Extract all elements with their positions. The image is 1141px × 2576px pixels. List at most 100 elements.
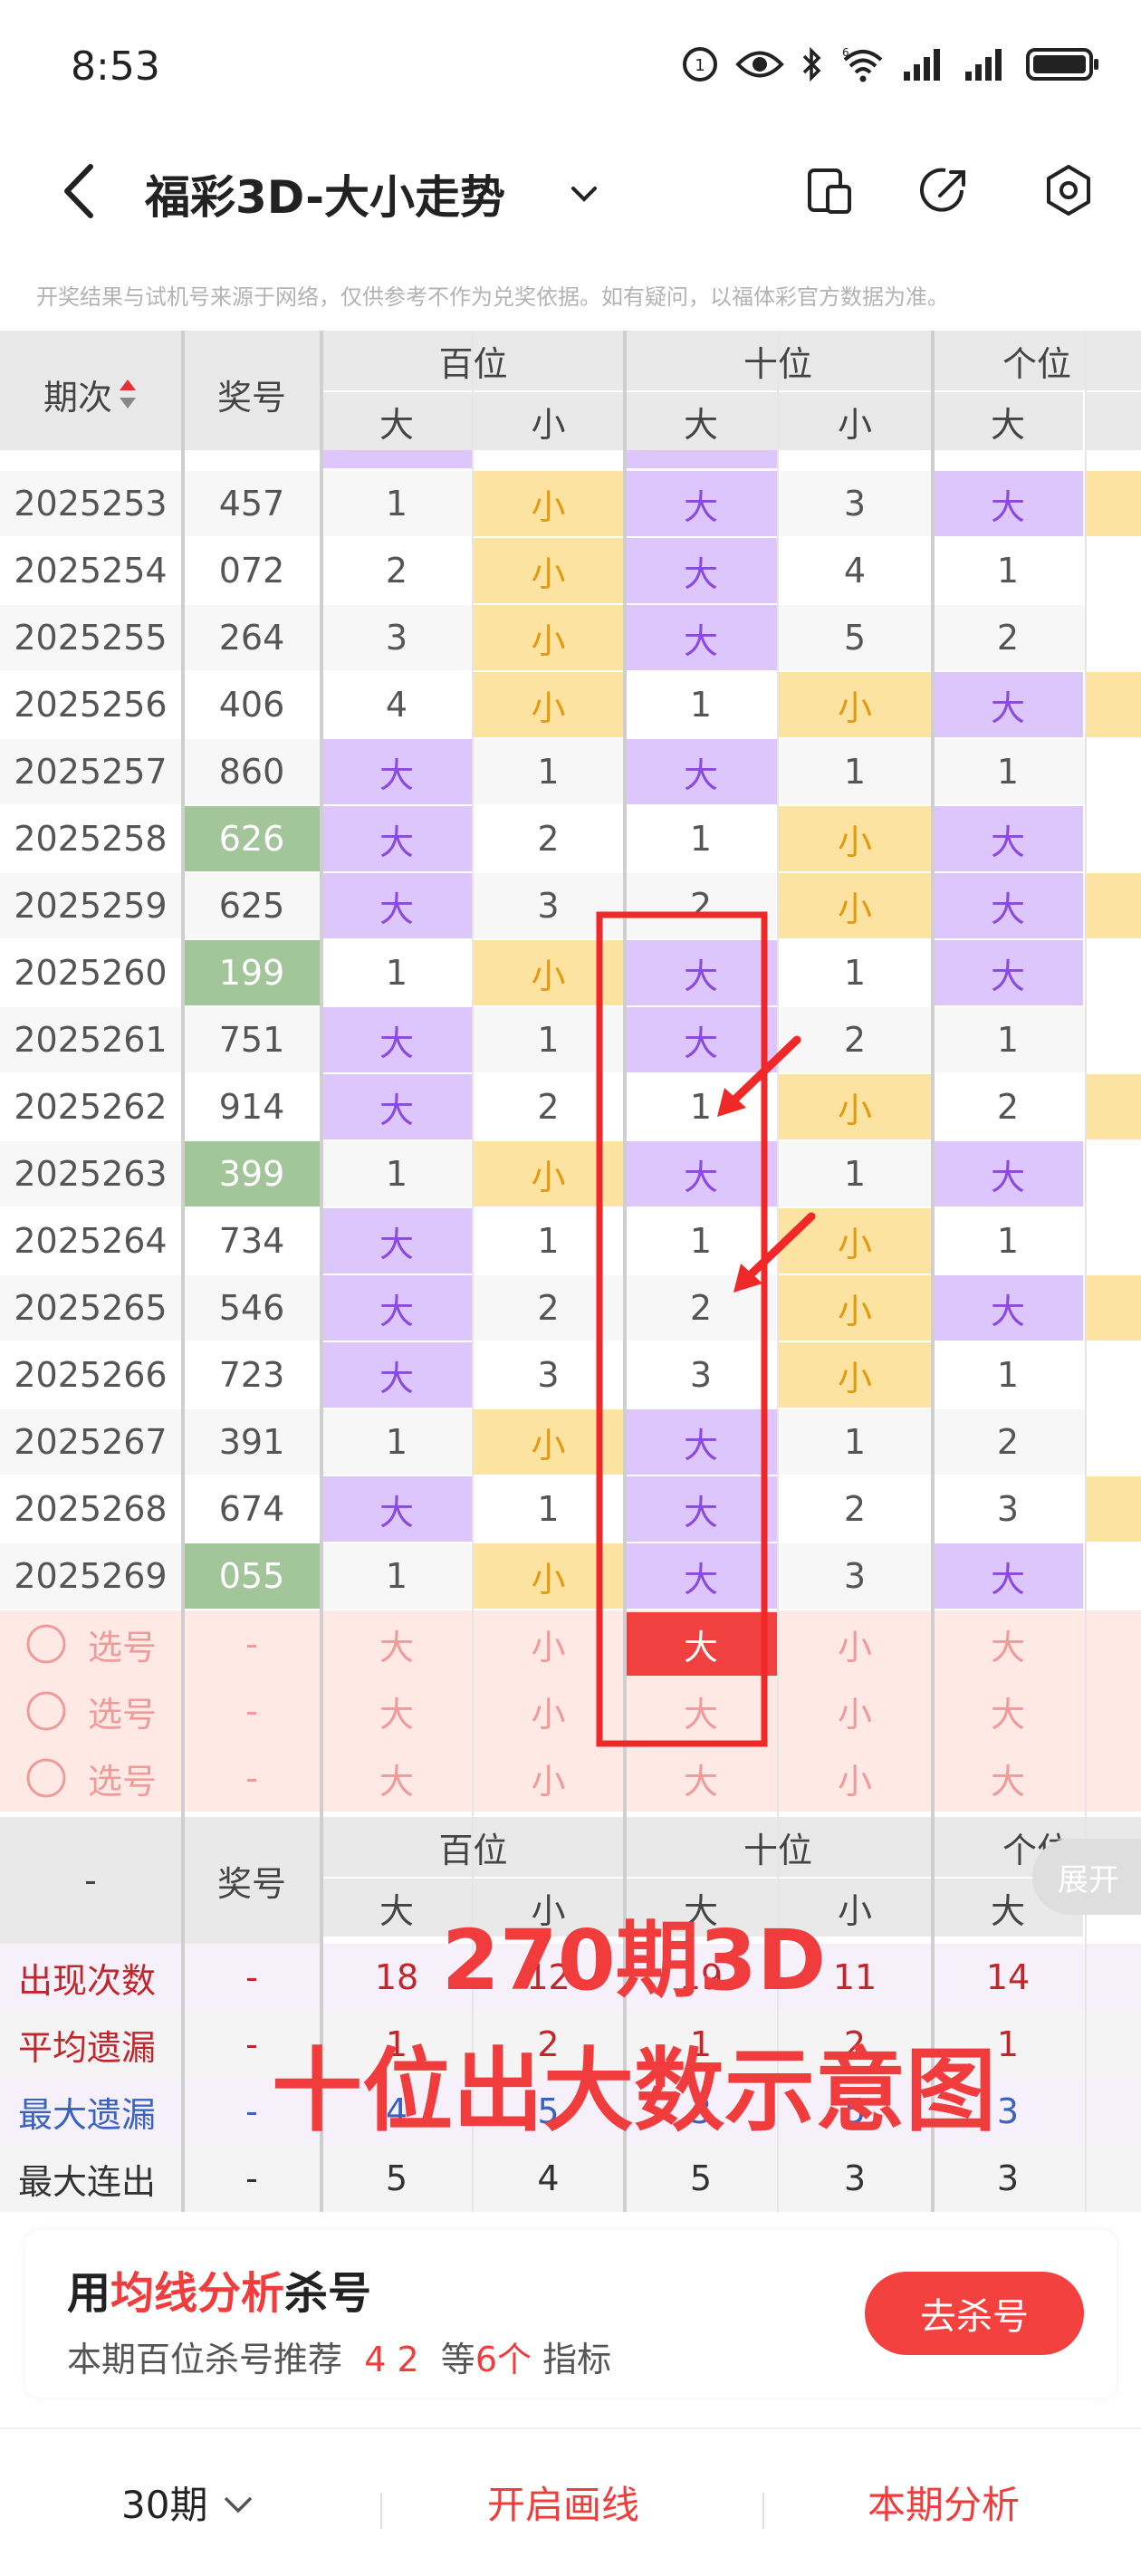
period-cell: 2025267: [14, 1422, 168, 1462]
number-cell: 734: [218, 1221, 285, 1261]
number-cell: 723: [218, 1355, 285, 1395]
pick-cell[interactable]: 小: [474, 1745, 623, 1812]
pick-cell[interactable]: 大: [625, 1677, 777, 1745]
draw-line-button[interactable]: 开启画线: [487, 2475, 639, 2530]
pick-cell[interactable]: 大: [933, 1610, 1083, 1677]
trend-cell: 小: [779, 1208, 931, 1274]
trend-cell: 大: [625, 471, 777, 536]
clipped-cell: [1087, 1409, 1141, 1475]
trend-cell: 2: [996, 1422, 1020, 1462]
trend-cell: 1: [843, 1154, 867, 1194]
number-cell: 264: [218, 618, 285, 658]
pick-cell[interactable]: 大: [933, 1745, 1083, 1812]
group-header: 个位: [933, 331, 1141, 390]
trend-cell: 大: [625, 1543, 777, 1609]
radio-icon[interactable]: [24, 1756, 68, 1800]
status-icons: 1 6: [681, 45, 1101, 83]
chevron-down-icon[interactable]: [566, 176, 602, 212]
period-cell: 2025259: [14, 886, 168, 926]
signal-icon-2: [965, 49, 1002, 81]
trend-cell: 1: [843, 1422, 867, 1462]
trend-cell: 大: [933, 1543, 1083, 1609]
signal-icon: [904, 49, 940, 81]
expand-button[interactable]: 展开: [1032, 1839, 1141, 1915]
svg-text:1: 1: [695, 56, 705, 75]
radio-icon[interactable]: [24, 1622, 68, 1666]
trend-cell: 5: [843, 618, 867, 658]
period-cell: 2025268: [14, 1489, 168, 1529]
kill-number-button[interactable]: 去杀号: [865, 2272, 1084, 2355]
pick-cell[interactable]: 大: [321, 1745, 472, 1812]
stats-label: 出现次数: [18, 1960, 157, 2001]
trend-cell: 1: [996, 1355, 1020, 1395]
trend-cell: 2: [843, 1489, 867, 1529]
annotation-line-2: 十位出大数示意图: [272, 2038, 996, 2144]
clipped-cell: [1087, 873, 1141, 938]
pick-number: -: [245, 1691, 258, 1731]
trend-cell: 3: [537, 1355, 560, 1395]
pick-cell[interactable]: 小: [779, 1677, 931, 1745]
pick-cell[interactable]: 小: [474, 1610, 623, 1677]
trend-cell: 小: [474, 940, 623, 1005]
trend-cell: 1: [385, 1154, 408, 1194]
sort-icon: [120, 380, 136, 409]
trend-cell: 小: [474, 471, 623, 536]
trend-cell: 2: [843, 1020, 867, 1060]
bottom-bar: 30期 开启画线 本期分析: [0, 2427, 1141, 2576]
trend-cell: 大: [321, 873, 472, 938]
number-cell: 457: [218, 484, 285, 524]
clipped-cell: [1087, 1074, 1141, 1139]
share-icon[interactable]: [918, 163, 973, 217]
trend-cell: 1: [385, 953, 408, 993]
trend-cell: 大: [321, 1275, 472, 1341]
banner-subtitle: 本期百位杀号推荐 4 2 等6个 指标: [67, 2340, 612, 2379]
sub-header: 大: [321, 392, 472, 450]
clipped-cell: [1087, 739, 1141, 804]
trend-cell: 1: [385, 484, 408, 524]
pick-number: -: [245, 1758, 258, 1798]
pick-cell[interactable]: 大: [321, 1677, 472, 1745]
pick-cell[interactable]: 大: [933, 1677, 1083, 1745]
number-cell: 674: [218, 1489, 285, 1529]
trend-cell: 大: [625, 1007, 777, 1072]
settings-icon[interactable]: [1041, 163, 1096, 217]
pick-toggle[interactable]: 选号: [0, 1610, 181, 1677]
trend-cell: 2: [996, 1087, 1020, 1127]
period-cell: 2025255: [14, 618, 168, 658]
chevron-down-icon: [224, 2496, 253, 2514]
trend-cell: 2: [996, 618, 1020, 658]
clipped-cell: [1087, 1275, 1141, 1341]
pick-cell[interactable]: 小: [779, 1610, 931, 1677]
trend-cell: 小: [779, 806, 931, 871]
eye-icon: [735, 51, 784, 78]
device-icon[interactable]: [802, 163, 857, 217]
radio-icon[interactable]: [24, 1689, 68, 1733]
pick-cell[interactable]: 大: [625, 1745, 777, 1812]
back-icon[interactable]: [54, 159, 109, 223]
column-header-period[interactable]: 期次: [0, 331, 181, 457]
trend-cell: 大: [933, 940, 1083, 1005]
trend-cell: 大: [933, 1141, 1083, 1206]
trend-cell: 2: [689, 1288, 713, 1328]
trend-cell: 3: [843, 484, 867, 524]
stats-value: 3: [996, 2158, 1020, 2198]
pick-cell[interactable]: 大: [625, 1612, 777, 1676]
period-cell: 2025256: [14, 685, 168, 725]
pick-cell[interactable]: 小: [474, 1677, 623, 1745]
number-cell: 625: [218, 886, 285, 926]
trend-cell: 大: [625, 1476, 777, 1542]
pick-cell[interactable]: 小: [779, 1745, 931, 1812]
grid-line: [1085, 331, 1087, 2212]
period-cell: 2025254: [14, 551, 168, 591]
pick-toggle[interactable]: 选号: [0, 1677, 181, 1745]
period-select[interactable]: 30期: [121, 2475, 256, 2530]
current-analysis-button[interactable]: 本期分析: [868, 2475, 1020, 2530]
pick-toggle[interactable]: 选号: [0, 1745, 181, 1812]
trend-cell: 1: [996, 551, 1020, 591]
page-title[interactable]: 福彩3D-大小走势: [145, 161, 505, 226]
pick-cell[interactable]: 大: [321, 1610, 472, 1677]
trend-cell: 1: [689, 819, 713, 859]
clipped-cell: [1087, 1141, 1141, 1206]
number-cell: 860: [218, 752, 285, 792]
trend-cell: 大: [933, 873, 1083, 938]
